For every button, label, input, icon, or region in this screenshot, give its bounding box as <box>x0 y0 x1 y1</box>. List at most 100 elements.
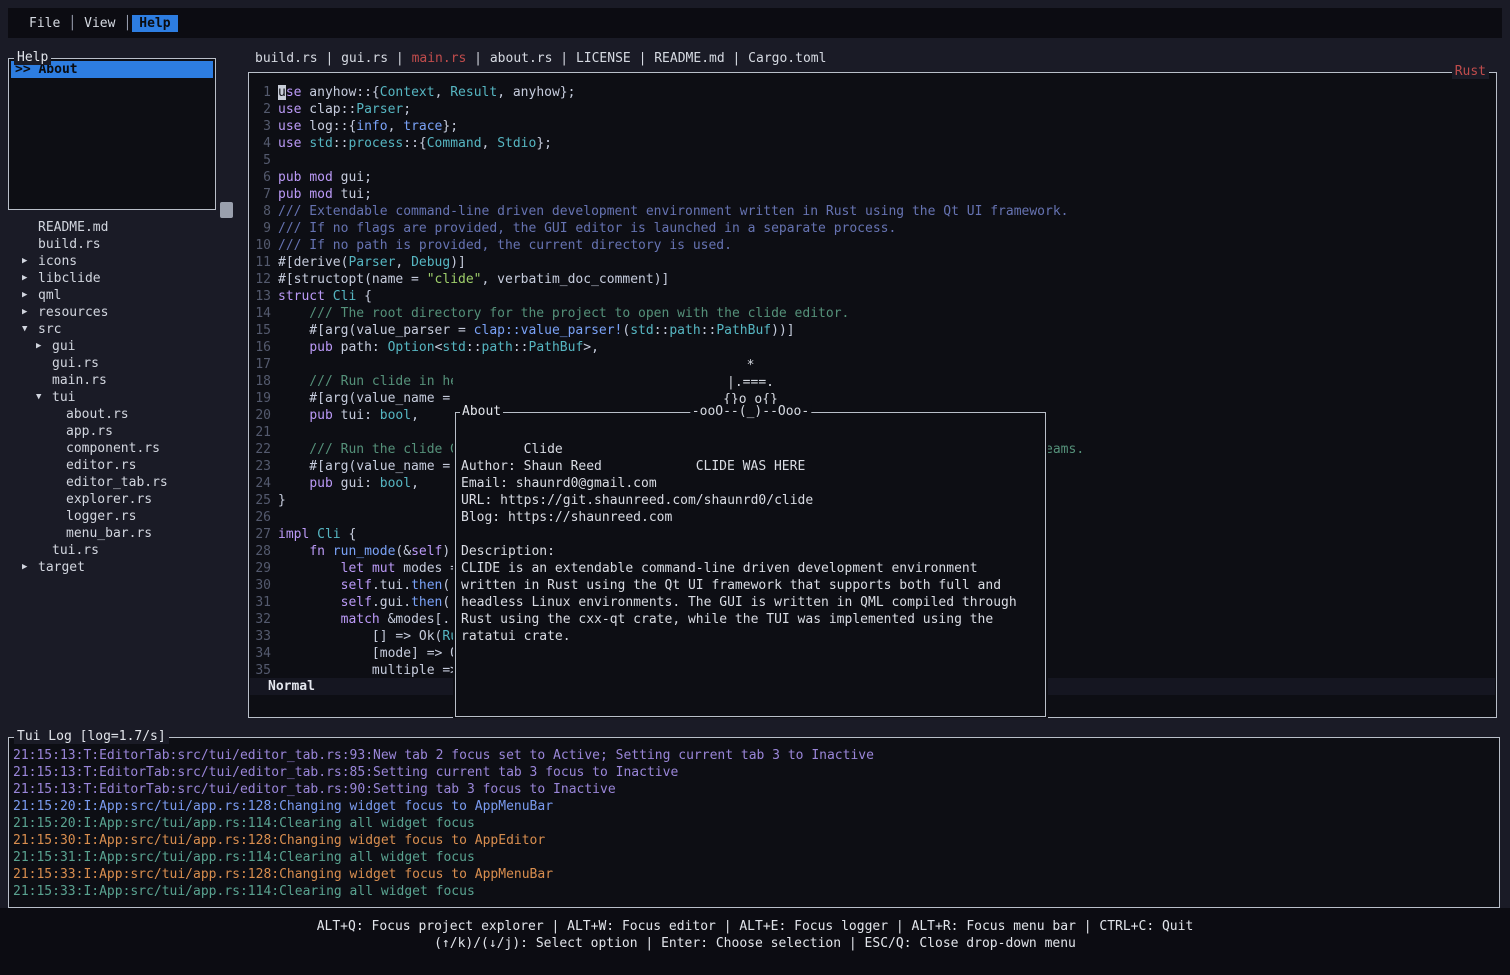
tree-item-tui[interactable]: ▼tui <box>8 389 240 406</box>
code-token: :: <box>333 136 349 151</box>
tab-about-rs[interactable]: about.rs <box>490 51 553 66</box>
tree-item-explorer-rs[interactable]: explorer.rs <box>8 491 240 508</box>
code-token: let <box>341 561 364 576</box>
code-token <box>325 289 333 304</box>
code-token <box>364 561 372 576</box>
code-token <box>278 340 309 355</box>
tree-item-label: about.rs <box>66 406 129 423</box>
code-token: info <box>356 119 387 134</box>
about-ascii-art: *|.===.{}o o{} <box>481 357 1021 408</box>
tab-license[interactable]: LICENSE <box>576 51 631 66</box>
menu-item-view[interactable]: View <box>77 15 122 32</box>
tree-item-menu-bar-rs[interactable]: menu_bar.rs <box>8 525 240 542</box>
line-number: 15 <box>251 322 271 339</box>
tab-separator: | <box>318 51 341 66</box>
code-token: (& <box>395 544 411 559</box>
tree-item-logger-rs[interactable]: logger.rs <box>8 508 240 525</box>
about-description-line: Rust using the cxx-qt crate, while the T… <box>456 611 1045 628</box>
tree-item-src[interactable]: ▼src <box>8 321 240 338</box>
code-token: , <box>388 119 404 134</box>
tree-item-icons[interactable]: ▶icons <box>8 253 240 270</box>
tree-item-readme-md[interactable]: README.md <box>8 219 240 236</box>
code-token: , verbatim_doc_comment)] <box>482 272 670 287</box>
line-number: 7 <box>251 186 271 203</box>
line-number: 34 <box>251 645 271 662</box>
code-token <box>278 476 309 491</box>
code-token: mod <box>309 187 332 202</box>
tab-build-rs[interactable]: build.rs <box>255 51 318 66</box>
code-token: "clide" <box>427 272 482 287</box>
line-number: 2 <box>251 101 271 118</box>
log-entry: 21:15:33:I:App:src/tui/app.rs:114:Cleari… <box>13 883 1499 900</box>
tab-main-rs[interactable]: main.rs <box>412 51 467 66</box>
editor-tab-bar[interactable]: build.rs | gui.rs | main.rs | about.rs |… <box>255 50 826 67</box>
code-token: Context <box>380 85 435 100</box>
about-description-line: headless Linux environments. The GUI is … <box>456 594 1045 611</box>
tree-item-qml[interactable]: ▶qml <box>8 287 240 304</box>
line-number: 16 <box>251 339 271 356</box>
tree-item-label: component.rs <box>66 440 160 457</box>
tree-item-about-rs[interactable]: about.rs <box>8 406 240 423</box>
line-number: 4 <box>251 135 271 152</box>
about-dialog-decoration: -ooO--(_)--Ooo- <box>690 404 811 419</box>
tree-item-label: main.rs <box>52 372 107 389</box>
folder-collapsed-icon: ▶ <box>36 338 52 355</box>
code-token: then <box>411 578 442 593</box>
line-number: 14 <box>251 305 271 322</box>
language-badge: Rust <box>1452 64 1489 79</box>
tree-item-component-rs[interactable]: component.rs <box>8 440 240 457</box>
code-token: pub <box>309 340 332 355</box>
code-token: Option <box>388 340 435 355</box>
tree-item-libclide[interactable]: ▶libclide <box>8 270 240 287</box>
log-panel[interactable]: Tui Log [log=1.7/s] 21:15:13:T:EditorTab… <box>8 737 1500 908</box>
menu-item-file[interactable]: File <box>22 15 67 32</box>
tree-item-gui[interactable]: ▶gui <box>8 338 240 355</box>
about-app-name: Clide <box>524 442 563 457</box>
tree-item-tui-rs[interactable]: tui.rs <box>8 542 240 559</box>
scrollbar-thumb[interactable] <box>220 202 233 218</box>
tree-item-target[interactable]: ▶target <box>8 559 240 576</box>
tree-item-editor-tab-rs[interactable]: editor_tab.rs <box>8 474 240 491</box>
tree-item-label: README.md <box>38 219 108 236</box>
code-token: , <box>411 476 419 491</box>
code-token: path <box>482 340 513 355</box>
tab-gui-rs[interactable]: gui.rs <box>341 51 388 66</box>
log-entry: 21:15:13:T:EditorTab:src/tui/editor_tab.… <box>13 764 1499 781</box>
code-token: process <box>348 136 403 151</box>
code-token: self <box>341 578 372 593</box>
tree-item-app-rs[interactable]: app.rs <box>8 423 240 440</box>
line-number: 31 <box>251 594 271 611</box>
menu-item-help[interactable]: Help <box>132 15 177 32</box>
tab-readme-md[interactable]: README.md <box>654 51 724 66</box>
code-line: 3use log::{info, trace}; <box>251 118 1494 135</box>
code-token: Command <box>427 136 482 151</box>
code-token: ; <box>403 102 411 117</box>
code-token: Parser <box>348 255 395 270</box>
line-number: 19 <box>251 390 271 407</box>
code-line: 14 /// The root directory for the projec… <box>251 305 1494 322</box>
code-token: ::{ <box>403 136 426 151</box>
project-explorer[interactable]: README.mdbuild.rs▶icons▶libclide▶qml▶res… <box>8 219 240 576</box>
tree-item-build-rs[interactable]: build.rs <box>8 236 240 253</box>
log-entry: 21:15:13:T:EditorTab:src/tui/editor_tab.… <box>13 781 1499 798</box>
about-info-line: Email: shaunrd0@gmail.com <box>456 475 1045 492</box>
ascii-art-line: * <box>481 357 1021 374</box>
tab-cargo-toml[interactable]: Cargo.toml <box>748 51 826 66</box>
line-number: 3 <box>251 118 271 135</box>
code-token: Cli <box>333 289 356 304</box>
code-token: mut <box>372 561 395 576</box>
menu-bar[interactable]: File│View│Help <box>8 8 1502 38</box>
tree-item-editor-rs[interactable]: editor.rs <box>8 457 240 474</box>
tree-item-gui-rs[interactable]: gui.rs <box>8 355 240 372</box>
code-token: , anyhow}; <box>497 85 575 100</box>
tree-item-resources[interactable]: ▶resources <box>8 304 240 321</box>
code-token: then <box>411 595 442 610</box>
tree-item-main-rs[interactable]: main.rs <box>8 372 240 389</box>
line-number: 17 <box>251 356 271 373</box>
tab-separator: | <box>388 51 411 66</box>
log-entries: 21:15:13:T:EditorTab:src/tui/editor_tab.… <box>9 738 1499 900</box>
line-number: 20 <box>251 407 271 424</box>
code-token: :: <box>654 323 670 338</box>
line-number: 30 <box>251 577 271 594</box>
code-token: , <box>482 136 498 151</box>
